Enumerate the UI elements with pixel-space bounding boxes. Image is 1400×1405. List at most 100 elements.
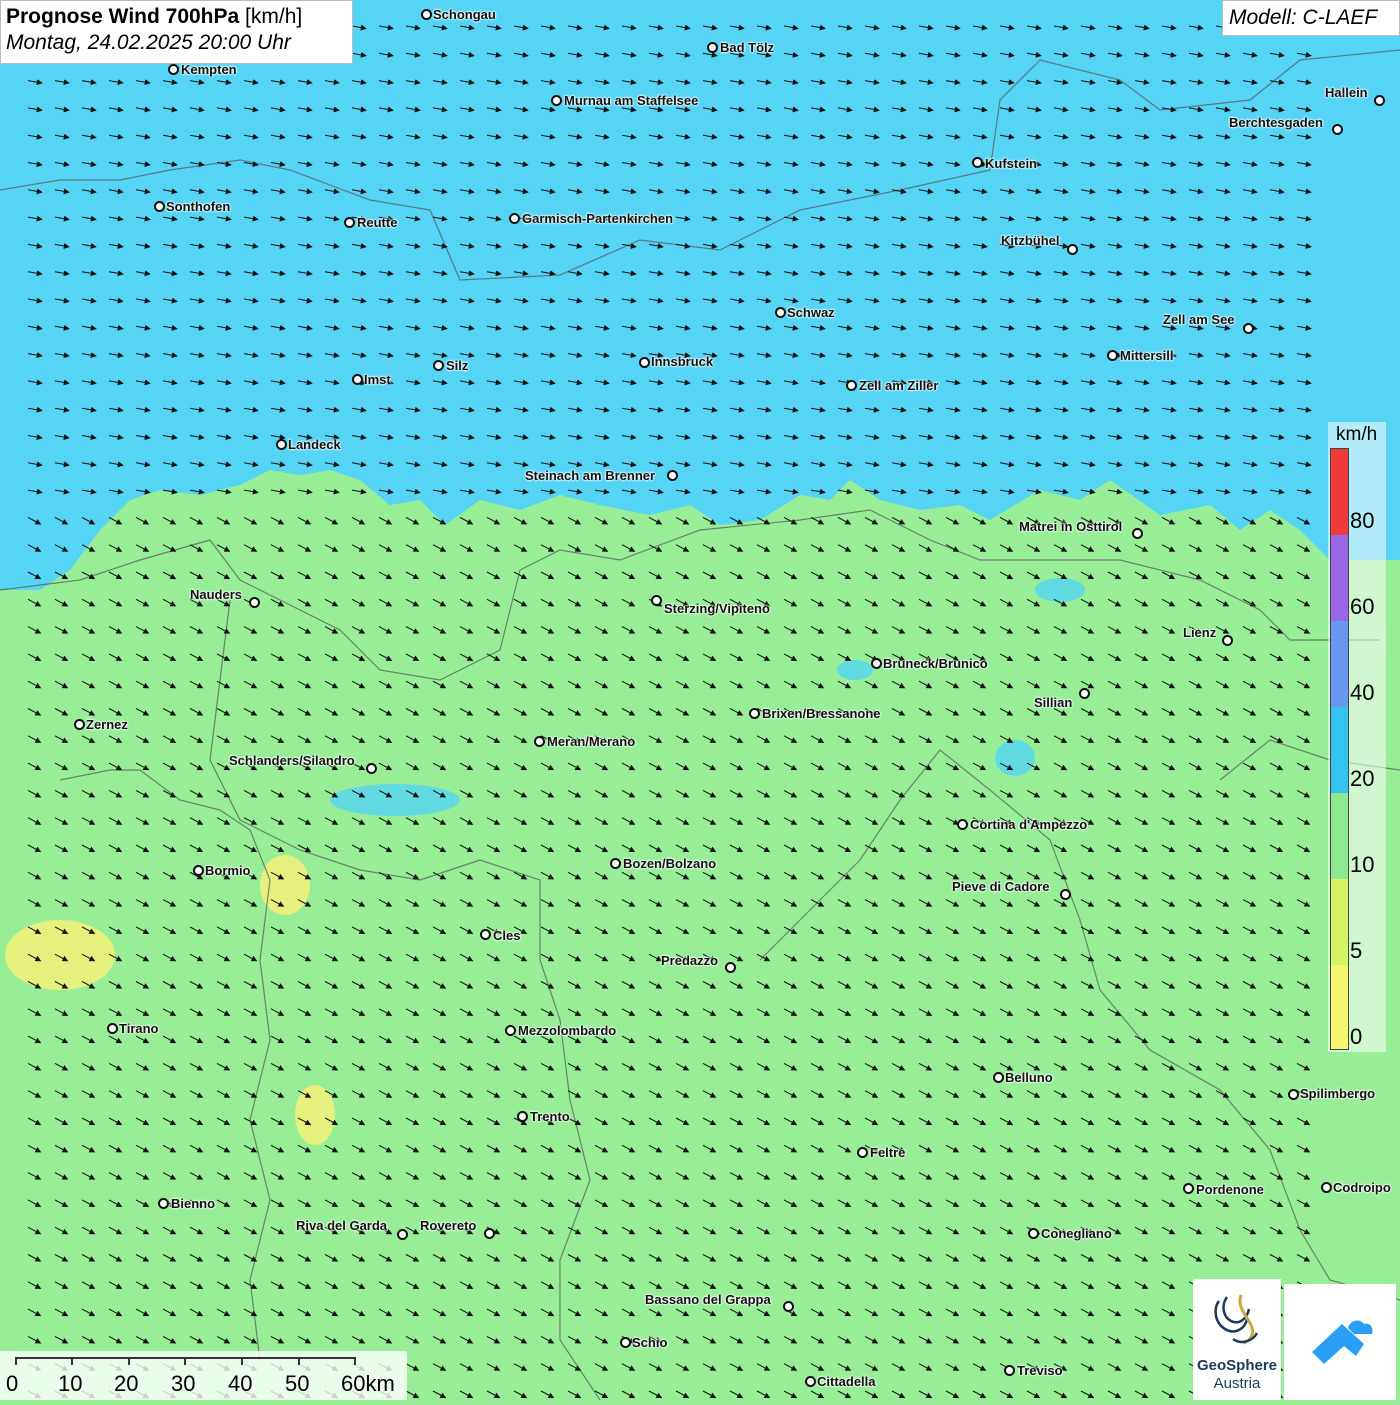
city-marker[interactable] xyxy=(154,201,165,212)
city-marker[interactable] xyxy=(551,95,562,106)
city-marker[interactable] xyxy=(1028,1228,1039,1239)
scale-tickmark xyxy=(128,1357,130,1365)
mid-wind-patch xyxy=(995,740,1035,776)
city-marker[interactable] xyxy=(1332,124,1343,135)
city-label: Garmisch-Partenkirchen xyxy=(522,211,674,226)
city-label: Tirano xyxy=(119,1021,159,1036)
legend-segment-20 xyxy=(1331,707,1348,793)
city-marker[interactable] xyxy=(1079,688,1090,699)
city-label: Trento xyxy=(530,1109,570,1124)
scale-label: 50 xyxy=(285,1371,310,1396)
city-marker[interactable] xyxy=(775,307,786,318)
city-marker[interactable] xyxy=(993,1072,1004,1083)
legend-tick-5: 5 xyxy=(1350,938,1363,963)
city-marker[interactable] xyxy=(972,157,983,168)
city-marker[interactable] xyxy=(1067,244,1078,255)
city-marker[interactable] xyxy=(509,213,520,224)
city-label: Riva del Garda xyxy=(296,1218,388,1233)
city-marker[interactable] xyxy=(484,1228,495,1239)
city-marker[interactable] xyxy=(158,1198,169,1209)
city-marker[interactable] xyxy=(1107,350,1118,361)
city-label: Sillian xyxy=(1034,695,1073,710)
scale-label: 10 xyxy=(58,1371,83,1396)
city-marker[interactable] xyxy=(344,217,355,228)
city-marker[interactable] xyxy=(1288,1089,1299,1100)
city-label: Pieve di Cadore xyxy=(952,879,1050,894)
city-marker[interactable] xyxy=(249,597,260,608)
city-marker[interactable] xyxy=(1060,889,1071,900)
city-marker[interactable] xyxy=(749,708,760,719)
geosphere-name: GeoSphere xyxy=(1196,1357,1278,1374)
city-marker[interactable] xyxy=(1183,1183,1194,1194)
city-marker[interactable] xyxy=(957,819,968,830)
city-marker[interactable] xyxy=(871,658,882,669)
city-marker[interactable] xyxy=(433,360,444,371)
title-main: Prognose Wind 700hPa xyxy=(6,5,240,28)
city-marker[interactable] xyxy=(505,1025,516,1036)
city-marker[interactable] xyxy=(651,595,662,606)
city-marker[interactable] xyxy=(610,858,621,869)
city-label: Schio xyxy=(632,1335,668,1350)
geosphere-logo[interactable]: GeoSphere Austria xyxy=(1193,1279,1281,1400)
legend-segment-5 xyxy=(1331,879,1348,965)
legend-tick-20: 20 xyxy=(1350,766,1375,791)
mid-wind-patch xyxy=(837,660,873,680)
geosphere-country: Austria xyxy=(1213,1375,1261,1392)
city-label: Bienno xyxy=(171,1196,216,1211)
scale-label: 60km xyxy=(341,1371,395,1396)
city-marker[interactable] xyxy=(725,962,736,973)
city-marker[interactable] xyxy=(857,1147,868,1158)
city-marker[interactable] xyxy=(534,736,545,747)
city-marker[interactable] xyxy=(667,470,678,481)
city-label: Lienz xyxy=(1183,625,1217,640)
scale-label: 0 xyxy=(6,1371,19,1396)
map-title: Prognose Wind 700hPa [km/h] xyxy=(6,5,352,29)
title-panel: Prognose Wind 700hPa [km/h] Montag, 24.0… xyxy=(0,0,353,64)
city-marker[interactable] xyxy=(352,374,363,385)
geosphere-emblem-icon xyxy=(1214,1294,1259,1345)
scale-tickmark xyxy=(354,1357,356,1365)
mid-wind-patch xyxy=(330,784,460,816)
city-label: Rovereto xyxy=(420,1218,477,1233)
city-marker[interactable] xyxy=(168,64,179,75)
legend-segment-0 xyxy=(1331,965,1348,1049)
legend-segment-40 xyxy=(1331,621,1348,707)
city-marker[interactable] xyxy=(517,1111,528,1122)
scale-label: 20 xyxy=(114,1371,139,1396)
scale-tickmark xyxy=(241,1357,243,1365)
city-marker[interactable] xyxy=(1243,323,1254,334)
city-marker[interactable] xyxy=(480,929,491,940)
city-label: Bassano del Grappa xyxy=(645,1292,771,1307)
city-marker[interactable] xyxy=(1004,1365,1015,1376)
city-marker[interactable] xyxy=(193,865,204,876)
legend-tick-40: 40 xyxy=(1350,680,1375,705)
city-marker[interactable] xyxy=(1222,635,1233,646)
city-label: Imst xyxy=(364,372,391,387)
city-marker[interactable] xyxy=(1321,1182,1332,1193)
city-label: Spilimbergo xyxy=(1300,1086,1376,1101)
city-marker[interactable] xyxy=(107,1023,118,1034)
city-marker[interactable] xyxy=(846,380,857,391)
city-label: Treviso xyxy=(1017,1363,1063,1378)
city-marker[interactable] xyxy=(707,42,718,53)
city-marker[interactable] xyxy=(397,1229,408,1240)
legend-tick-60: 60 xyxy=(1350,594,1375,619)
city-label: Hallein xyxy=(1325,85,1368,100)
city-marker[interactable] xyxy=(276,439,287,450)
city-marker[interactable] xyxy=(805,1376,816,1387)
weather-app-logo[interactable] xyxy=(1284,1284,1396,1400)
city-label: Codroipo xyxy=(1333,1180,1391,1195)
city-marker[interactable] xyxy=(620,1337,631,1348)
city-marker[interactable] xyxy=(1132,528,1143,539)
city-marker[interactable] xyxy=(639,357,650,368)
legend-tick-10: 10 xyxy=(1350,852,1375,877)
city-label: Bad Tölz xyxy=(720,40,775,55)
city-marker[interactable] xyxy=(783,1301,794,1312)
city-marker[interactable] xyxy=(421,9,432,20)
city-marker[interactable] xyxy=(1374,95,1385,106)
city-label: Sterzing/Vipiteno xyxy=(664,601,770,616)
city-marker[interactable] xyxy=(366,763,377,774)
calm-area xyxy=(295,1085,335,1145)
city-label: Belluno xyxy=(1005,1070,1053,1085)
city-marker[interactable] xyxy=(74,719,85,730)
